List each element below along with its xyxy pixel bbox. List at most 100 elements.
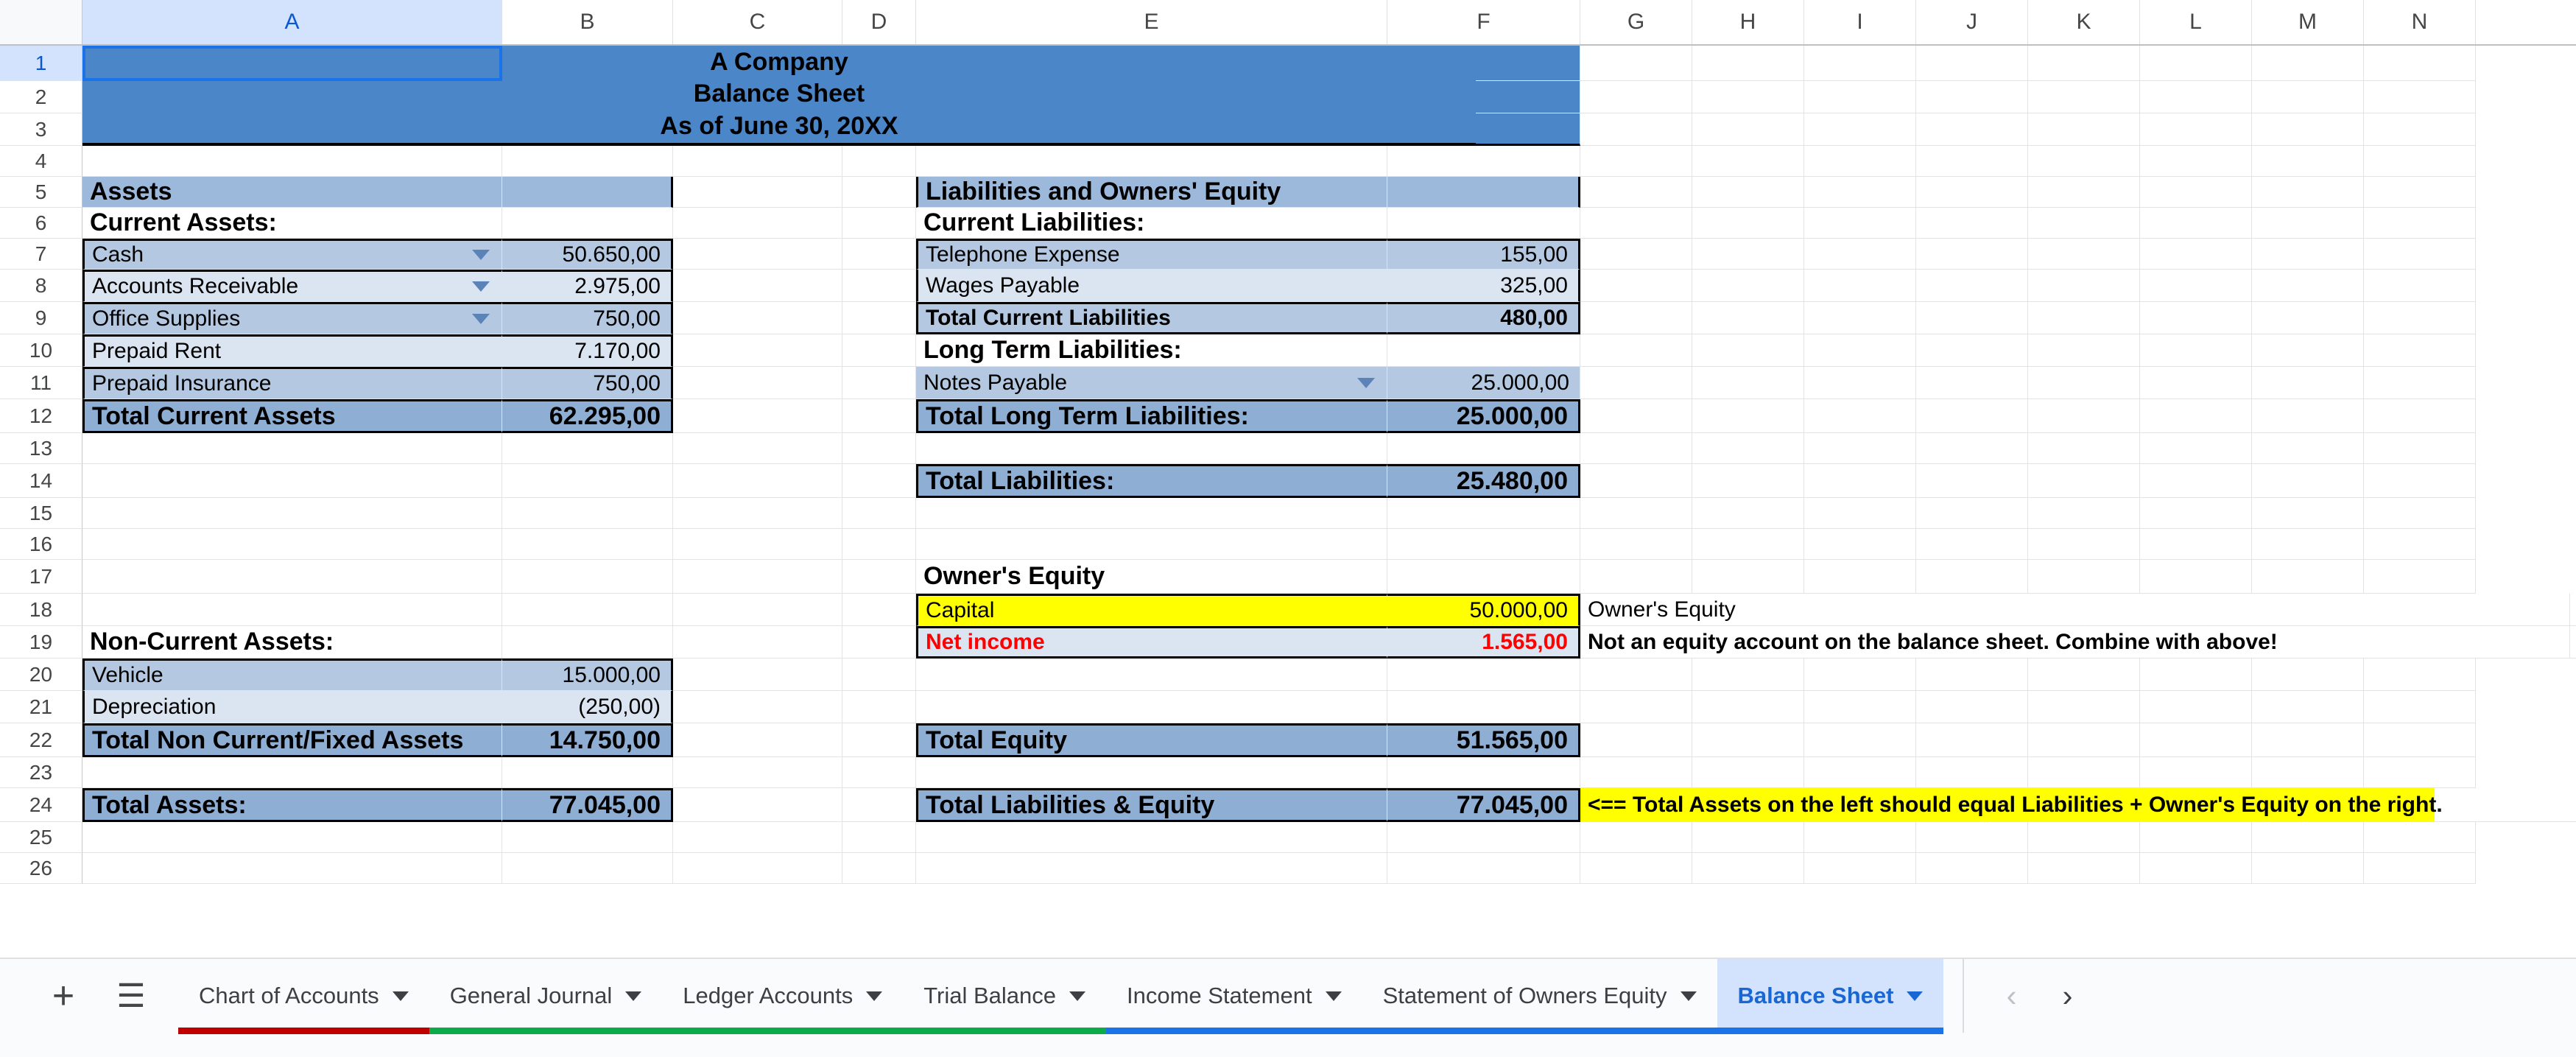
cell-j2[interactable]	[1916, 81, 2028, 113]
cell-g15[interactable]	[1580, 498, 1692, 529]
cell-n26[interactable]	[2364, 853, 2476, 884]
cell-e23[interactable]	[916, 757, 1387, 788]
table-row[interactable]: 6 Current Assets: Current Liabilities:	[0, 208, 2576, 239]
cell-f5[interactable]	[1387, 177, 1580, 208]
column-header-i[interactable]: I	[1804, 0, 1916, 44]
column-header-d[interactable]: D	[842, 0, 916, 44]
table-row[interactable]: 26	[0, 853, 2576, 884]
cell-n13[interactable]	[2364, 433, 2476, 464]
column-header-f[interactable]: F	[1387, 0, 1580, 44]
row-header-22[interactable]: 22	[0, 723, 82, 757]
cell-l3[interactable]	[2140, 113, 2252, 146]
cell-i16[interactable]	[1804, 529, 1916, 560]
cell-d20[interactable]	[842, 659, 916, 691]
grid-body[interactable]: 1 2 3 4 5 Assets Liabilities and Owners'…	[0, 46, 2576, 884]
cell-c21[interactable]	[673, 691, 842, 723]
cell-d10[interactable]	[842, 334, 916, 367]
chevron-down-icon[interactable]	[1325, 991, 1342, 1001]
cell-l4[interactable]	[2140, 146, 2252, 177]
cell-j3[interactable]	[1916, 113, 2028, 146]
cell-g10[interactable]	[1580, 334, 1692, 367]
cell-l21[interactable]	[2140, 691, 2252, 723]
cell-c4[interactable]	[673, 146, 842, 177]
cell-d5[interactable]	[842, 177, 916, 208]
cell-e21[interactable]	[916, 691, 1387, 723]
equity-row-value-net-income[interactable]: 1.565,00	[1387, 626, 1580, 659]
cell-j25[interactable]	[1916, 822, 2028, 853]
cell-c1[interactable]	[673, 46, 842, 81]
liability-row-label-telephone[interactable]: Telephone Expense	[916, 239, 1387, 270]
cell-a14[interactable]	[82, 464, 502, 498]
cell-e13[interactable]	[916, 433, 1387, 464]
cell-e4[interactable]	[916, 146, 1387, 177]
cell-k14[interactable]	[2028, 464, 2140, 498]
cell-l1[interactable]	[2140, 46, 2252, 81]
asset-row-value-accounts-receivable[interactable]: 2.975,00	[502, 270, 673, 302]
row-header-19[interactable]: 19	[0, 626, 82, 659]
cell-f2[interactable]	[1387, 81, 1580, 113]
cell-j11[interactable]	[1916, 367, 2028, 399]
total-assets-value[interactable]: 77.045,00	[502, 788, 673, 822]
cell-g23[interactable]	[1580, 757, 1692, 788]
cell-l16[interactable]	[2140, 529, 2252, 560]
cell-g17[interactable]	[1580, 560, 1692, 594]
cell-m19[interactable]	[2570, 626, 2576, 659]
cell-h23[interactable]	[1692, 757, 1804, 788]
asset-row-value-cash[interactable]: 50.650,00	[502, 239, 673, 270]
cell-e16[interactable]	[916, 529, 1387, 560]
column-header-h[interactable]: H	[1692, 0, 1804, 44]
cell-c8[interactable]	[673, 270, 842, 302]
cell-d1[interactable]	[842, 46, 916, 81]
cell-j10[interactable]	[1916, 334, 2028, 367]
cell-c26[interactable]	[673, 853, 842, 884]
cell-h22[interactable]	[1692, 723, 1804, 757]
equity-row-label-net-income[interactable]: Net income	[916, 626, 1387, 659]
column-header-n[interactable]: N	[2364, 0, 2476, 44]
cell-l15[interactable]	[2140, 498, 2252, 529]
cell-m6[interactable]	[2252, 208, 2364, 239]
cell-a13[interactable]	[82, 433, 502, 464]
cell-c2[interactable]	[673, 81, 842, 113]
table-row[interactable]: 3	[0, 113, 2576, 146]
cell-n17[interactable]	[2364, 560, 2476, 594]
total-liabilities-value[interactable]: 25.480,00	[1387, 464, 1580, 498]
cell-i2[interactable]	[1804, 81, 1916, 113]
cell-j5[interactable]	[1916, 177, 2028, 208]
cell-i9[interactable]	[1804, 302, 1916, 334]
cell-f17[interactable]	[1387, 560, 1580, 594]
cell-i26[interactable]	[1804, 853, 1916, 884]
cell-n11[interactable]	[2364, 367, 2476, 399]
cell-b3[interactable]	[502, 113, 673, 146]
cell-j22[interactable]	[1916, 723, 2028, 757]
cell-c3[interactable]	[673, 113, 842, 146]
cell-k3[interactable]	[2028, 113, 2140, 146]
cell-c10[interactable]	[673, 334, 842, 367]
cell-l13[interactable]	[2140, 433, 2252, 464]
cell-n2[interactable]	[2364, 81, 2476, 113]
cell-j8[interactable]	[1916, 270, 2028, 302]
cell-l2[interactable]	[2140, 81, 2252, 113]
table-row[interactable]: 5 Assets Liabilities and Owners' Equity	[0, 177, 2576, 208]
cell-d19[interactable]	[842, 626, 916, 659]
chevron-down-icon[interactable]	[1680, 991, 1697, 1001]
cell-d2[interactable]	[842, 81, 916, 113]
chevron-down-icon[interactable]	[472, 250, 490, 260]
sheet-tab-trial-balance[interactable]: Trial Balance	[903, 959, 1106, 1034]
cell-c23[interactable]	[673, 757, 842, 788]
row-header-8[interactable]: 8	[0, 270, 82, 302]
table-row[interactable]: 9 Office Supplies 750,00 Total Current L…	[0, 302, 2576, 334]
cell-m23[interactable]	[2252, 757, 2364, 788]
cell-b19[interactable]	[502, 626, 673, 659]
liability-row-value-wages-payable[interactable]: 325,00	[1387, 270, 1580, 302]
cell-m7[interactable]	[2252, 239, 2364, 270]
sheet-nav-arrows[interactable]: ‹ ›	[1963, 959, 2095, 1033]
cell-g11[interactable]	[1580, 367, 1692, 399]
row-header-14[interactable]: 14	[0, 464, 82, 498]
cell-l11[interactable]	[2140, 367, 2252, 399]
cell-b15[interactable]	[502, 498, 673, 529]
cell-k6[interactable]	[2028, 208, 2140, 239]
cell-h2[interactable]	[1692, 81, 1804, 113]
cell-n3[interactable]	[2364, 113, 2476, 146]
table-row[interactable]: 16	[0, 529, 2576, 560]
noncurrent-asset-label-vehicle[interactable]: Vehicle	[82, 659, 502, 691]
